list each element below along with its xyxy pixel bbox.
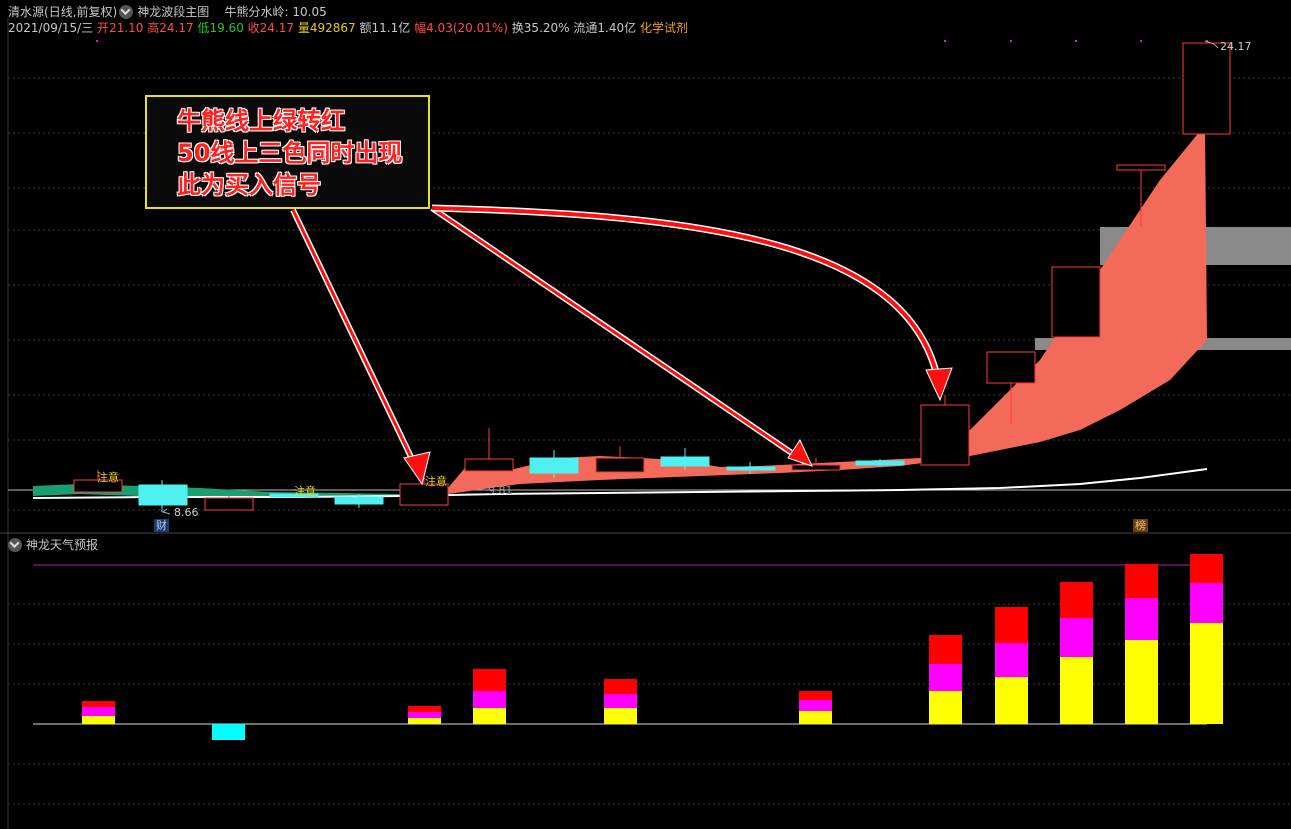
subchart-header: 神龙天气预报 — [8, 536, 98, 553]
low-price-mark: 8.66 — [174, 506, 199, 519]
finance-badge[interactable]: 财 — [154, 519, 169, 532]
chevron-down-icon[interactable] — [8, 538, 22, 552]
notice-signal: 注意 — [294, 485, 316, 498]
annotation-text: 牛熊线上绿转红 50线上三色同时出现 此为买入信号 — [177, 105, 402, 201]
notice-signal: 注意 — [97, 471, 119, 484]
annotation-box: 牛熊线上绿转红 50线上三色同时出现 此为买入信号 — [145, 95, 430, 209]
top-markers — [96, 40, 1208, 42]
annotation-arrows — [290, 204, 953, 486]
annotation-line-2: 50线上三色同时出现 — [177, 139, 403, 167]
annotation-line-3: 此为买入信号 — [177, 171, 321, 199]
notice-signal: 注意 — [425, 475, 447, 488]
grid-sub — [8, 603, 1291, 805]
mid-price-mark: 9.81 — [488, 484, 513, 497]
high-price-mark: 24.17 — [1220, 40, 1252, 53]
ranking-badge[interactable]: 榜 — [1133, 519, 1148, 532]
subchart-title[interactable]: 神龙天气预报 — [26, 538, 98, 552]
annotation-line-1: 牛熊线上绿转红 — [177, 107, 345, 135]
weather-bars — [82, 554, 1223, 740]
